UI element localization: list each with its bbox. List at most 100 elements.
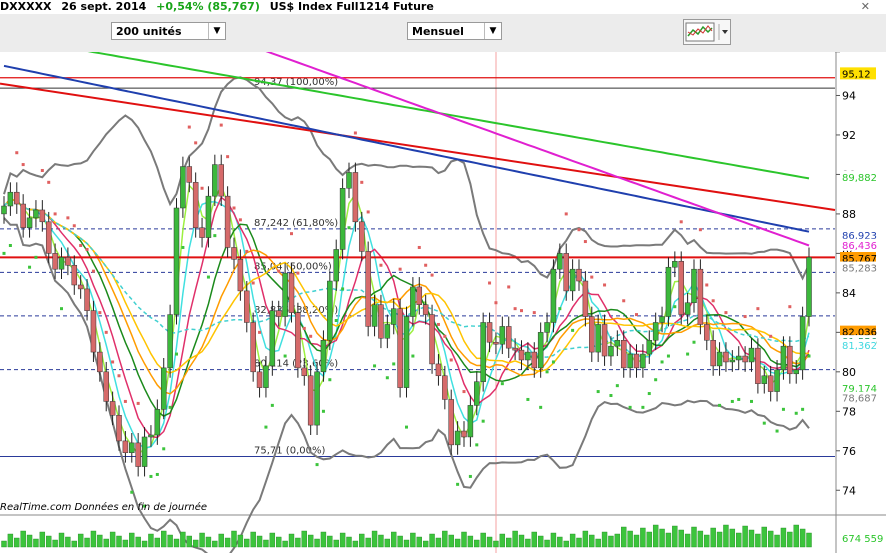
sar-dot — [539, 405, 543, 409]
volume-bar — [767, 530, 774, 548]
candle — [263, 365, 269, 388]
period-select[interactable]: Mensuel ▼ — [407, 22, 502, 40]
candle — [729, 359, 736, 363]
sar-dot — [155, 472, 159, 476]
sar-dot — [258, 330, 262, 334]
units-select[interactable]: 200 unités ▼ — [111, 22, 226, 40]
volume-bar — [320, 531, 327, 548]
volume-bar — [493, 540, 499, 548]
sar-dot — [743, 315, 747, 319]
sar-dot — [500, 382, 504, 386]
volume-bar — [65, 536, 71, 548]
volume-bar — [205, 536, 212, 548]
y-tick-label: 76 — [842, 445, 856, 458]
volume-bar — [748, 529, 755, 548]
header-bar: DXXXXX 26 sept. 2014 +0,54% (85,767) US$… — [0, 0, 886, 14]
candle — [359, 221, 365, 252]
sar-dot — [8, 243, 12, 247]
volume-bar — [774, 534, 780, 548]
chevron-down-icon[interactable]: ▼ — [484, 23, 501, 39]
candle — [314, 371, 320, 426]
candle — [45, 221, 52, 254]
sar-dot — [526, 397, 530, 401]
sar-dot — [801, 407, 805, 411]
candle — [640, 353, 646, 369]
candle — [65, 257, 71, 266]
candle — [154, 409, 161, 436]
y-tick-label: 78 — [842, 405, 856, 418]
volume-bar — [410, 532, 416, 548]
candle — [448, 399, 454, 446]
instrument-label: US$ Index Full1214 Future — [269, 0, 434, 13]
close-icon[interactable]: ✕ — [861, 0, 870, 13]
candle — [806, 257, 812, 317]
candle — [691, 268, 697, 303]
volume-bar — [761, 526, 767, 548]
sar-dot — [756, 307, 760, 311]
volume-bar — [90, 530, 97, 548]
volume-bar — [537, 535, 544, 548]
sar-dot — [666, 354, 670, 358]
candle — [537, 332, 544, 369]
volume-bar — [601, 531, 608, 548]
sar-dot — [436, 322, 440, 326]
volume-bar — [486, 536, 493, 548]
volume-bar — [614, 533, 621, 548]
sar-dot — [411, 354, 415, 358]
sar-dot — [545, 370, 549, 374]
candle — [697, 268, 704, 325]
sar-dot — [123, 399, 127, 403]
sar-dot — [609, 394, 613, 398]
sar-dot — [449, 358, 453, 362]
candle — [525, 351, 531, 361]
sar-dot — [475, 443, 479, 447]
volume-bar — [525, 538, 531, 548]
sar-dot — [111, 360, 115, 364]
candle — [614, 339, 621, 347]
sar-dot — [21, 163, 25, 167]
y-tick-label: 80 — [842, 366, 856, 379]
sar-dot — [379, 263, 383, 267]
candle — [160, 367, 167, 410]
volume-bar — [787, 531, 793, 548]
sar-dot — [226, 155, 230, 159]
indicator-tool-button[interactable] — [683, 19, 731, 45]
sar-dot — [603, 283, 607, 287]
date-label: 26 sept. 2014 — [61, 0, 147, 13]
sar-dot — [443, 334, 447, 338]
volume-bar — [608, 535, 614, 548]
volume-bar — [154, 537, 161, 548]
candle — [97, 351, 103, 373]
candle — [467, 405, 474, 438]
chevron-down-icon[interactable]: ▼ — [208, 23, 225, 39]
candle — [192, 182, 199, 228]
volume-bar — [314, 538, 320, 548]
candle — [33, 209, 39, 219]
sar-dot — [456, 482, 460, 486]
volume-bar — [14, 537, 20, 548]
sar-dot — [564, 212, 568, 216]
candle — [410, 286, 416, 317]
candle — [442, 375, 448, 400]
candle — [531, 351, 538, 369]
sar-dot — [72, 224, 76, 228]
sar-dot — [328, 378, 332, 382]
sar-dot — [162, 447, 166, 451]
sar-dot — [794, 411, 798, 415]
sar-dot — [373, 364, 377, 368]
candle — [474, 381, 480, 406]
sar-dot — [494, 301, 498, 305]
sar-dot — [417, 245, 421, 249]
change-label: +0,54% (85,767) — [156, 0, 260, 13]
sar-dot — [628, 405, 632, 409]
volume-bar — [672, 525, 678, 548]
volume-bar — [467, 535, 474, 548]
sar-dot — [737, 397, 741, 401]
volume-bar — [544, 539, 550, 548]
volume-bar — [84, 537, 90, 548]
price-tag-label: 78,687 — [842, 394, 877, 405]
volume-bar — [39, 531, 46, 548]
volume-bar — [288, 533, 295, 548]
sar-dot — [2, 251, 6, 255]
sar-dot — [635, 313, 638, 317]
